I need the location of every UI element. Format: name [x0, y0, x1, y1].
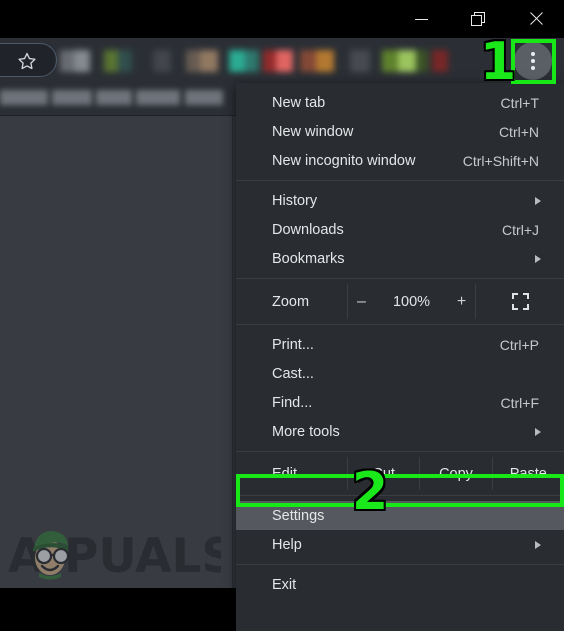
- menu-separator: [236, 564, 564, 565]
- fullscreen-button[interactable]: [476, 284, 564, 319]
- appuals-logo-watermark: A PUALS: [6, 522, 221, 580]
- step-number-1: 1: [478, 32, 517, 92]
- menu-item-shortcut: Ctrl+F: [500, 394, 540, 411]
- menu-item-downloads[interactable]: Downloads Ctrl+J: [236, 215, 564, 244]
- restore-icon: [471, 11, 486, 27]
- three-dot-menu-button[interactable]: [514, 42, 552, 80]
- page-left-panel: [0, 116, 233, 588]
- menu-item-shortcut: Ctrl+Shift+N: [462, 152, 539, 169]
- chevron-right-icon: [535, 196, 541, 205]
- menu-item-new-tab[interactable]: New tab Ctrl+T: [236, 88, 564, 117]
- menu-item-label: Bookmarks: [272, 250, 345, 267]
- bookmark-star-icon[interactable]: [17, 51, 37, 71]
- menu-separator: [236, 451, 564, 452]
- menu-separator: [236, 495, 564, 496]
- menu-item-history[interactable]: History: [236, 186, 564, 215]
- menu-item-shortcut: Ctrl+P: [499, 336, 539, 353]
- svg-text:PUALS: PUALS: [64, 529, 221, 580]
- menu-item-label: Settings: [272, 507, 325, 524]
- zoom-level-value: 100%: [392, 293, 431, 310]
- step-number-2: 2: [350, 462, 389, 522]
- menu-item-cast[interactable]: Cast...: [236, 359, 564, 388]
- menu-row-zoom: Zoom – 100% +: [236, 284, 564, 319]
- menu-separator: [236, 324, 564, 325]
- menu-item-shortcut: Ctrl+J: [502, 221, 539, 238]
- dot-1: [531, 52, 535, 56]
- menu-item-label: Downloads: [272, 221, 344, 238]
- menu-item-shortcut: Ctrl+N: [498, 123, 539, 140]
- close-button[interactable]: [512, 0, 559, 38]
- chevron-right-icon: [535, 540, 541, 549]
- menu-item-bookmarks[interactable]: Bookmarks: [236, 244, 564, 273]
- minimize-button[interactable]: [398, 0, 445, 38]
- zoom-label: Zoom: [272, 293, 310, 310]
- menu-item-new-window[interactable]: New window Ctrl+N: [236, 117, 564, 146]
- menu-separator: [236, 278, 564, 279]
- paste-button[interactable]: Paste: [491, 457, 564, 490]
- menu-separator: [236, 180, 564, 181]
- menu-item-label: Help: [272, 536, 302, 553]
- close-icon: [528, 11, 544, 27]
- menu-item-help[interactable]: Help: [236, 530, 564, 559]
- menu-item-label: Exit: [272, 576, 297, 593]
- menu-item-new-incognito-window[interactable]: New incognito window Ctrl+Shift+N: [236, 146, 564, 175]
- menu-item-label: Print...: [272, 336, 314, 353]
- menu-item-find[interactable]: Find... Ctrl+F: [236, 388, 564, 417]
- chrome-main-menu: New tab Ctrl+T New window Ctrl+N New inc…: [236, 83, 564, 631]
- dot-2: [531, 59, 535, 63]
- zoom-in-button[interactable]: +: [452, 293, 472, 311]
- menu-item-label: Cast...: [272, 365, 314, 382]
- menu-item-label: New incognito window: [272, 152, 416, 169]
- zoom-controls: – 100% +: [347, 284, 476, 319]
- chevron-right-icon: [535, 427, 541, 436]
- zoom-out-button[interactable]: –: [352, 293, 372, 311]
- menu-item-settings[interactable]: Settings: [236, 501, 564, 530]
- menu-item-exit[interactable]: Exit: [236, 570, 564, 599]
- menu-item-more-tools[interactable]: More tools: [236, 417, 564, 446]
- menu-item-label: Find...: [272, 394, 313, 411]
- menu-item-label: New window: [272, 123, 354, 140]
- menu-row-edit: Edit Cut Copy Paste: [236, 457, 564, 490]
- fullscreen-icon: [511, 293, 529, 310]
- menu-item-label: History: [272, 192, 318, 209]
- edit-label: Edit: [272, 465, 297, 482]
- menu-item-shortcut: Ctrl+T: [500, 94, 540, 111]
- minimize-icon: [415, 18, 428, 20]
- menu-item-print[interactable]: Print... Ctrl+P: [236, 330, 564, 359]
- menu-item-label: More tools: [272, 423, 340, 440]
- browser-window: A PUALS wsxdn.com New tab Ctrl+T Ne: [0, 0, 564, 631]
- menu-item-label: New tab: [272, 94, 326, 111]
- toolbar-favicons-blurred: [60, 50, 500, 72]
- copy-button[interactable]: Copy: [419, 457, 491, 490]
- dot-3: [531, 66, 535, 70]
- chevron-right-icon: [535, 254, 541, 263]
